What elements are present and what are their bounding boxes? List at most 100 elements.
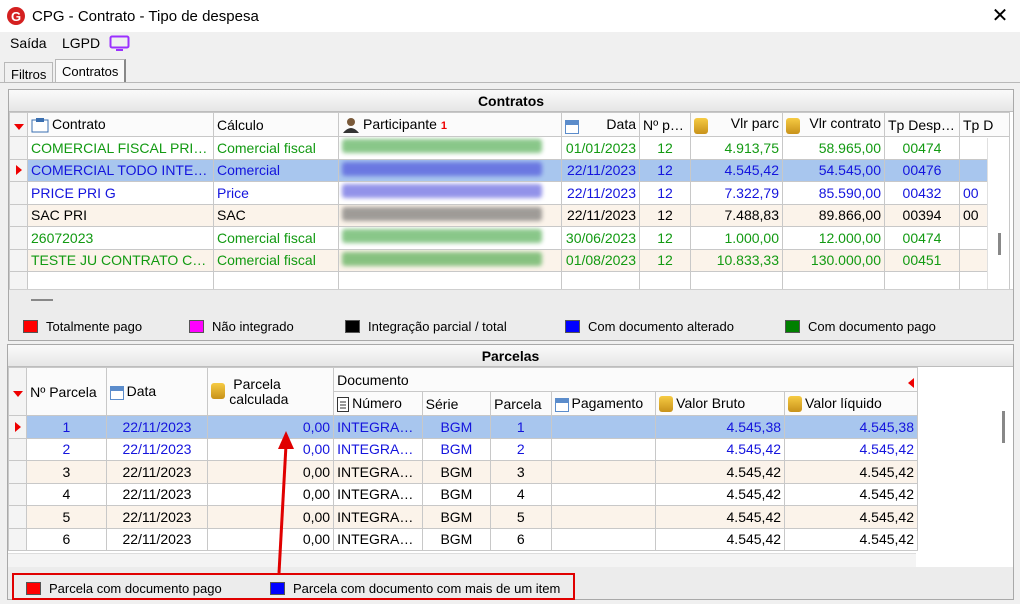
col-nparcela[interactable]: Nº Parcela <box>26 367 107 416</box>
cell-valor-bruto: 4.545,42 <box>655 505 786 529</box>
cell-tpdesp: 00476 <box>884 158 960 182</box>
cell-vlrcontrato: 58.965,00 <box>782 136 885 160</box>
col-parcela[interactable]: Parcela <box>490 391 552 416</box>
cell-parcela: 3 <box>490 460 552 484</box>
parcelas-grid: Nº Parcela Data Parcela calculada Documen… <box>8 367 1013 567</box>
col-vlrcontrato[interactable]: Vlr contrato <box>782 112 885 137</box>
menu-exit[interactable]: Saída <box>10 35 47 51</box>
user-icon <box>343 118 359 134</box>
cell-serie: BGM <box>421 437 492 461</box>
cell-data: 30/06/2023 <box>561 226 640 250</box>
cell-data: 22/11/2023 <box>105 437 209 461</box>
col-data[interactable]: Data <box>105 367 209 416</box>
cell-parcela: 4 <box>490 482 552 506</box>
cell-nparcela: 2 <box>26 437 107 461</box>
tab-contracts[interactable]: Contratos <box>55 59 127 82</box>
cell-vlrparc: 10.833,33 <box>690 248 783 272</box>
cell-vlrcontrato: 130.000,00 <box>782 248 885 272</box>
col-participante[interactable]: Participante 1 <box>338 112 562 137</box>
cell-numero: INTEGRADO <box>333 437 423 461</box>
legend-label: Integração parcial / total <box>368 319 507 334</box>
col-pagamento[interactable]: Pagamento <box>550 391 657 416</box>
menu-lgpd[interactable]: LGPD <box>62 35 100 51</box>
cell-valor-liquido: 4.545,42 <box>784 505 918 529</box>
cell-calculo: Comercial fiscal <box>213 226 339 250</box>
cell-serie: BGM <box>421 505 492 529</box>
parcela-row[interactable]: 5 22/11/2023 0,00 INTEGRADO BGM 5 4.545,42 4.54… <box>8 505 918 529</box>
cell-nparc: 12 <box>639 226 691 250</box>
parcela-row[interactable]: 6 22/11/2023 0,00 INTEGRADO BGM 6 4.545,42 4.54… <box>8 527 918 551</box>
col-nparc[interactable]: Nº parc <box>639 112 691 137</box>
legend-label: Com documento alterado <box>588 319 734 334</box>
calendar-icon <box>565 119 579 134</box>
cell-nparcela: 1 <box>26 415 107 439</box>
col-serie[interactable]: Série <box>421 391 492 416</box>
cell-contrato: SAC PRI <box>27 203 214 227</box>
parcelas-vscroll-thumb[interactable] <box>1002 411 1005 443</box>
col-tpdespvlr[interactable]: Tp Desp Vlr <box>884 112 960 137</box>
col-numero[interactable]: Número <box>333 391 423 416</box>
cell-valor-bruto: 4.545,42 <box>655 460 786 484</box>
cell-nparcela: 5 <box>26 505 107 529</box>
calendar-icon <box>109 385 124 400</box>
col-calculo[interactable]: Cálculo <box>213 112 339 137</box>
cell-participante-redacted <box>338 203 562 227</box>
legend-swatch <box>345 320 360 333</box>
coins-icon <box>694 118 708 134</box>
col-valor-bruto[interactable]: Valor Bruto <box>655 391 786 416</box>
parcela-row[interactable]: 2 22/11/2023 0,00 INTEGRADO BGM 2 4.545,42 4.54… <box>8 437 918 461</box>
scrollbar-thumb[interactable] <box>998 233 1001 255</box>
parcela-row[interactable]: 4 22/11/2023 0,00 INTEGRADO BGM 4 4.545,42 4.54… <box>8 482 918 506</box>
cell-participante-redacted <box>338 181 562 205</box>
coins-icon <box>786 118 800 134</box>
contract-row[interactable]: TESTE JU CONTRATO CO... Comercial fiscal 0… <box>9 248 1010 272</box>
contracts-panel: Contratos Contrato Cálculo Participante … <box>8 89 1014 341</box>
cell-pagamento <box>550 437 657 461</box>
col-contrato[interactable]: Contrato <box>27 112 214 137</box>
cell-vlrcontrato: 85.590,00 <box>782 181 885 205</box>
col-parcela-calculada[interactable]: Parcela calculada <box>207 367 335 416</box>
document-icon <box>337 396 350 412</box>
contract-row[interactable]: PRICE PRI G Price 22/11/2023 12 7.322,79 85.5… <box>9 181 1010 205</box>
cell-calculo: Comercial fiscal <box>213 248 339 272</box>
collapse-arrow-icon[interactable] <box>908 377 914 388</box>
cell-data: 01/08/2023 <box>561 248 640 272</box>
tab-filters[interactable]: Filtros <box>4 62 54 82</box>
sort-order-badge: 1 <box>440 119 447 132</box>
contracts-header-row: Contrato Cálculo Participante 1 Data Nº … <box>9 112 1010 137</box>
contract-row[interactable]: COMERCIAL FISCAL PRI G ... Comercial fisc… <box>9 136 1010 160</box>
cell-pagamento <box>550 460 657 484</box>
cell-contrato: COMERCIAL TODO INTEG... <box>27 158 214 182</box>
col-valor-liquido[interactable]: Valor líquido <box>784 391 918 416</box>
contract-row[interactable]: 26072023 Comercial fiscal 30/06/2023 12 1.00… <box>9 226 1010 250</box>
legend-swatch <box>785 320 800 333</box>
cell-calculo: Price <box>213 181 339 205</box>
col-vlrparc[interactable]: Vlr parc <box>690 112 783 137</box>
cell-participante-redacted <box>338 248 562 272</box>
col-data[interactable]: Data <box>561 112 640 137</box>
legend-swatch <box>565 320 580 333</box>
cell-parcela: 1 <box>490 415 552 439</box>
parcela-row[interactable]: 1 22/11/2023 0,00 INTEGRADO BGM 1 4.545,38 4.54… <box>8 415 918 439</box>
close-icon[interactable]: ✕ <box>988 4 1012 28</box>
col-tpd[interactable]: Tp D <box>959 112 1010 137</box>
cell-pagamento <box>550 527 657 551</box>
hscroll-thumb[interactable] <box>31 299 53 301</box>
tab-divider <box>0 82 1020 83</box>
contract-row[interactable]: COMERCIAL TODO INTEG... Comercial 22/11/20… <box>9 158 1010 182</box>
cell-contrato: PRICE PRI G <box>27 181 214 205</box>
row-indicator <box>9 181 28 205</box>
cell-numero: INTEGRADO <box>333 415 423 439</box>
contracts-grid: Contrato Cálculo Participante 1 Data Nº … <box>9 112 1013 290</box>
contract-row[interactable]: SAC PRI SAC 22/11/2023 12 7.488,83 89.866,00 0… <box>9 203 1010 227</box>
parcela-row[interactable]: 3 22/11/2023 0,00 INTEGRADO BGM 3 4.545,42 4.54… <box>8 460 918 484</box>
cell-valor-liquido: 4.545,42 <box>784 460 918 484</box>
parcelas-hscrollbar[interactable] <box>8 553 916 567</box>
contracts-vscrollbar[interactable] <box>987 138 1009 289</box>
cell-data: 01/01/2023 <box>561 136 640 160</box>
monitor-icon[interactable] <box>109 35 130 52</box>
cell-pagamento <box>550 482 657 506</box>
cell-tpdesp: 00394 <box>884 203 960 227</box>
annotation-arrow <box>277 431 294 573</box>
cell-parcela: 6 <box>490 527 552 551</box>
